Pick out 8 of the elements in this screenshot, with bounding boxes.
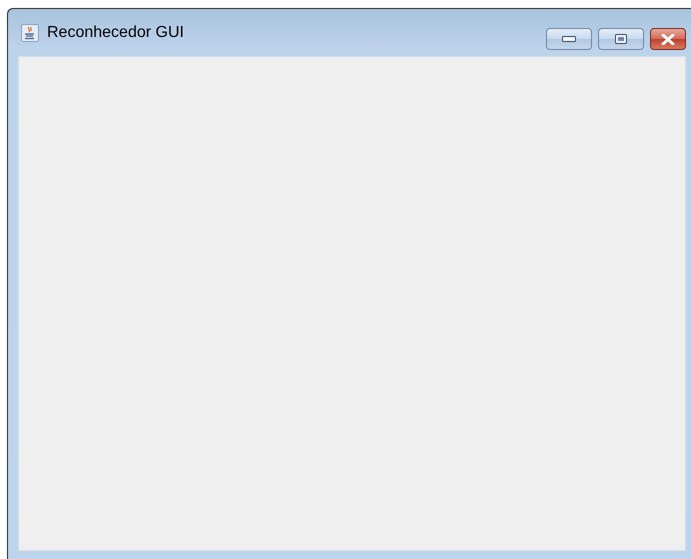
minimize-icon [562,36,576,42]
close-icon [661,34,675,44]
maximize-icon [615,34,627,44]
minimize-button[interactable] [546,28,592,50]
close-button[interactable] [650,28,686,50]
java-cup-icon [21,24,39,42]
maximize-button[interactable] [598,28,644,50]
window-title: Reconhecedor GUI [47,24,185,42]
